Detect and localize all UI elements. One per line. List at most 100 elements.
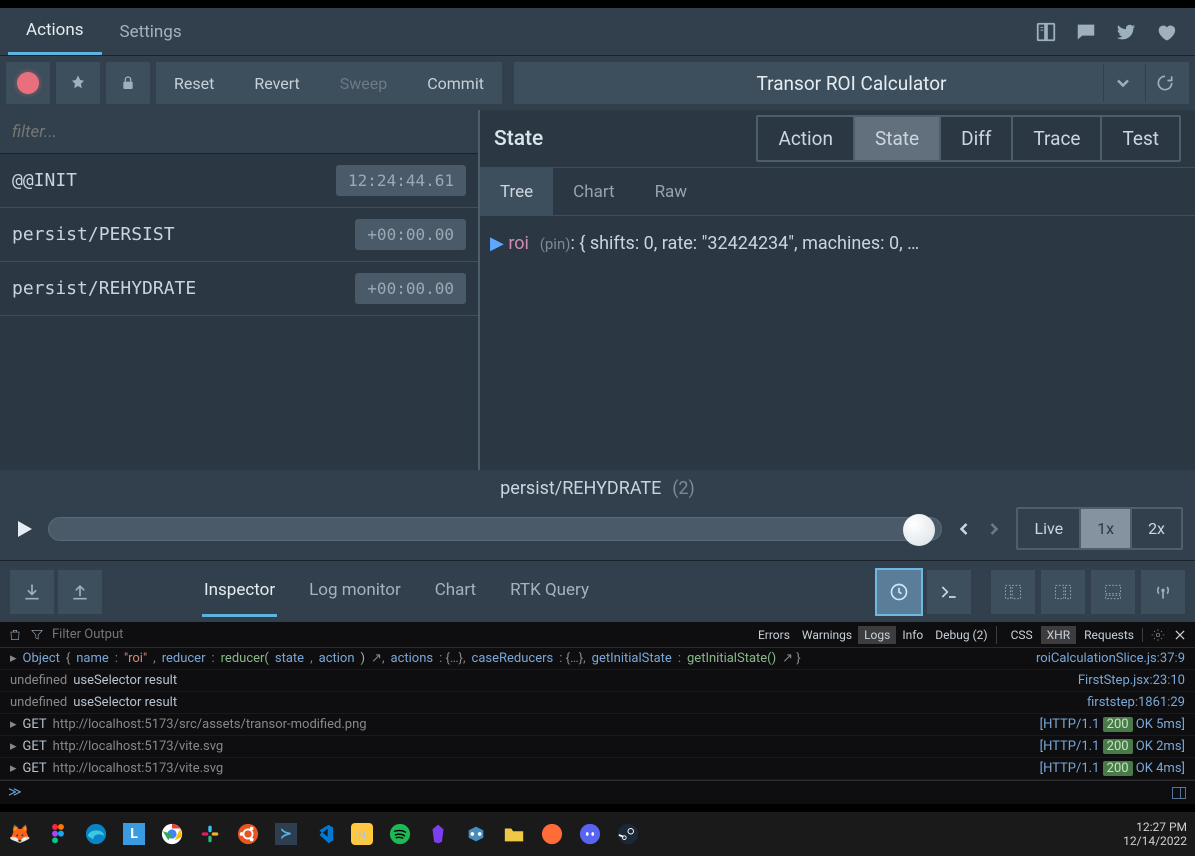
discord-icon[interactable] [578, 822, 602, 846]
speed-live[interactable]: Live [1018, 509, 1081, 548]
subtab-chart[interactable]: Chart [553, 168, 634, 215]
console-row[interactable]: ▸ GET http://localhost:5173/src/assets/t… [0, 714, 1195, 736]
app-m-icon[interactable]: Ⓜ [350, 822, 374, 846]
action-row[interactable]: @@INIT12:24:44.61 [0, 154, 478, 208]
pin-button[interactable] [56, 62, 100, 104]
console-pill-warnings[interactable]: Warnings [796, 626, 858, 644]
action-time: 12:24:44.61 [336, 165, 466, 196]
download-button[interactable] [10, 570, 54, 614]
revert-button[interactable]: Revert [236, 62, 317, 104]
console-section-css[interactable]: CSS [1005, 626, 1039, 644]
console-prompt[interactable]: ≫ [0, 780, 1195, 804]
action-list: @@INIT12:24:44.61persist/PERSIST+00:00.0… [0, 154, 478, 470]
console-pill-logs[interactable]: Logs [858, 626, 896, 644]
bottom-tab-inspector[interactable]: Inspector [202, 566, 277, 617]
bottom-tab-log-monitor[interactable]: Log monitor [307, 566, 403, 617]
vscode-icon[interactable] [312, 822, 336, 846]
dropdown-button[interactable] [1103, 64, 1141, 102]
console-section-xhr[interactable]: XHR [1041, 626, 1076, 644]
terminal-button[interactable] [927, 570, 971, 614]
state-tab-action[interactable]: Action [758, 117, 855, 160]
sweep-button[interactable]: Sweep [322, 62, 405, 104]
filter-input[interactable] [12, 122, 466, 142]
tab-settings[interactable]: Settings [102, 8, 200, 55]
layout-bottom-button[interactable] [1091, 570, 1135, 614]
tree-value: : { shifts: 0, rate: "32424234", machine… [570, 233, 919, 254]
state-tab-state[interactable]: State [855, 117, 941, 160]
chrome-icon[interactable] [160, 822, 184, 846]
slack-icon[interactable] [198, 822, 222, 846]
timeline: persist/REHYDRATE (2) Live1x2x [0, 470, 1195, 560]
close-icon[interactable] [1173, 628, 1187, 642]
console-row[interactable]: ▸ GET http://localhost:5173/vite.svg[HTT… [0, 758, 1195, 780]
speed-group: Live1x2x [1016, 507, 1183, 550]
console-row[interactable]: ▸ GET http://localhost:5173/vite.svg[HTT… [0, 736, 1195, 758]
taskbar-clock[interactable]: 12:27 PM 12/14/2022 [1123, 820, 1187, 849]
layout-left-icon [1003, 582, 1023, 602]
action-row[interactable]: persist/PERSIST+00:00.00 [0, 208, 478, 262]
book-icon[interactable] [1035, 21, 1057, 43]
obsidian-icon[interactable] [426, 822, 450, 846]
console-section-requests[interactable]: Requests [1078, 626, 1140, 644]
app-l-icon[interactable]: L [122, 822, 146, 846]
reset-button[interactable]: Reset [156, 62, 232, 104]
bottom-tab-rtk-query[interactable]: RTK Query [508, 566, 591, 617]
lock-button[interactable] [106, 62, 150, 104]
app-title-bar: Transor ROI Calculator [514, 62, 1189, 104]
refresh-button[interactable] [1145, 64, 1183, 102]
console-pill-debug[interactable]: Debug (2) [929, 626, 993, 644]
powershell-icon[interactable]: ≻ [274, 822, 298, 846]
state-tab-diff[interactable]: Diff [941, 117, 1013, 160]
panel-split-icon[interactable] [1171, 786, 1187, 800]
record-button[interactable] [6, 62, 50, 104]
godot-icon[interactable] [464, 822, 488, 846]
slider-thumb[interactable] [903, 514, 935, 546]
console-pill-info[interactable]: Info [896, 626, 929, 644]
gear-icon[interactable] [1151, 628, 1165, 642]
console-row[interactable]: undefined useSelector resultfirststep:18… [0, 692, 1195, 714]
prev-button[interactable] [954, 519, 974, 539]
ubuntu-icon[interactable] [236, 822, 260, 846]
clock-button[interactable] [877, 570, 921, 614]
upload-button[interactable] [58, 570, 102, 614]
state-tab-test[interactable]: Test [1102, 117, 1179, 160]
steam-icon[interactable] [616, 822, 640, 846]
play-button[interactable] [12, 517, 36, 541]
subtab-raw[interactable]: Raw [635, 168, 708, 215]
bottom-tab-chart[interactable]: Chart [433, 566, 478, 617]
action-row[interactable]: persist/REHYDRATE+00:00.00 [0, 262, 478, 316]
speed-2x[interactable]: 2x [1132, 509, 1181, 548]
broadcast-button[interactable] [1141, 570, 1185, 614]
heart-icon[interactable] [1155, 21, 1177, 43]
clock-icon [889, 582, 909, 602]
edge-icon[interactable] [84, 822, 108, 846]
tab-actions[interactable]: Actions [8, 8, 102, 55]
next-button[interactable] [984, 519, 1004, 539]
firefox-icon[interactable]: 🦊 [8, 822, 32, 846]
commit-button[interactable]: Commit [409, 62, 502, 104]
speed-1x[interactable]: 1x [1081, 509, 1132, 548]
tree-expand-icon[interactable]: ▶ [490, 233, 508, 254]
layout-left-button[interactable] [991, 570, 1035, 614]
action-time: +00:00.00 [355, 219, 466, 250]
state-tree[interactable]: ▶ roi (pin): { shifts: 0, rate: "3242423… [480, 216, 1195, 271]
funnel-icon[interactable] [30, 628, 44, 642]
trash-icon[interactable] [8, 628, 22, 642]
layout-right-button[interactable] [1041, 570, 1085, 614]
console-row[interactable]: ▸ Object { name: "roi", reducer: reducer… [0, 648, 1195, 670]
console-pill-errors[interactable]: Errors [752, 626, 796, 644]
chat-icon[interactable] [1075, 21, 1097, 43]
figma-icon[interactable] [46, 822, 70, 846]
console-filter-input[interactable] [52, 627, 218, 642]
files-icon[interactable] [502, 822, 526, 846]
console-row[interactable]: undefined useSelector resultFirstStep.js… [0, 670, 1195, 692]
state-tab-trace[interactable]: Trace [1013, 117, 1102, 160]
postman-icon[interactable] [540, 822, 564, 846]
pin-icon [69, 74, 87, 92]
layout-right-icon [1053, 582, 1073, 602]
tree-key: roi [508, 233, 529, 254]
timeline-slider[interactable] [48, 517, 942, 541]
spotify-icon[interactable] [388, 822, 412, 846]
subtab-tree[interactable]: Tree [480, 168, 553, 215]
twitter-icon[interactable] [1115, 21, 1137, 43]
